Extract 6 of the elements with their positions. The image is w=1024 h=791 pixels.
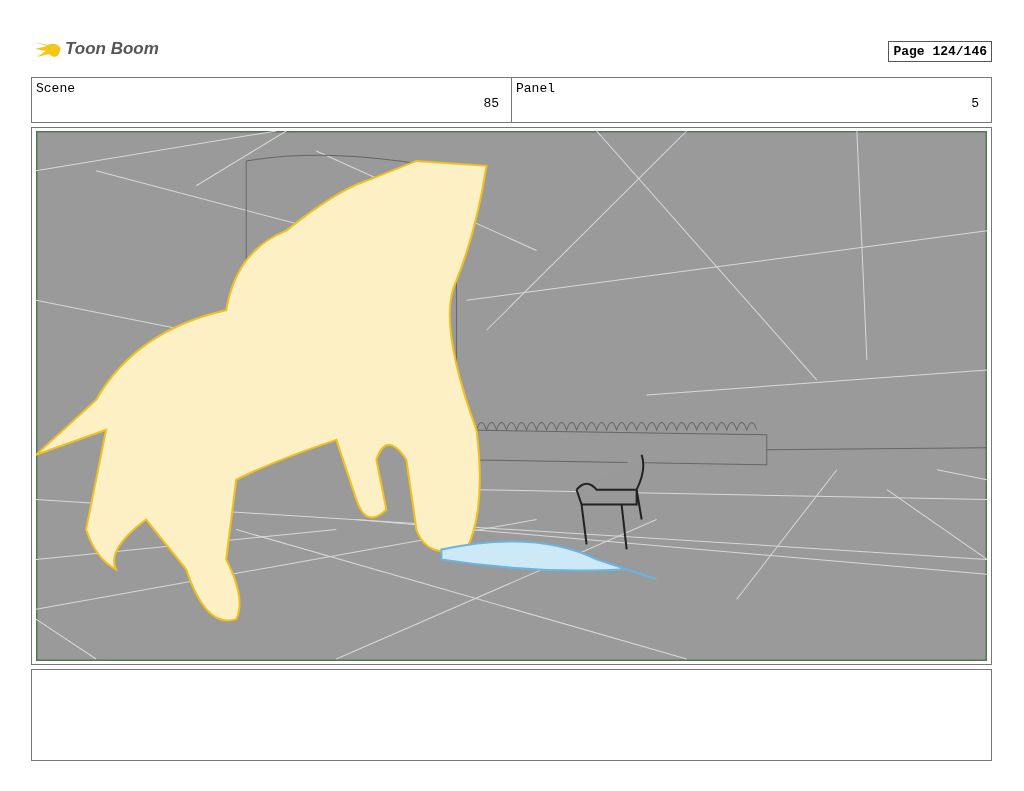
- header-label: Scene: [36, 81, 76, 96]
- header-label: Panel: [516, 81, 556, 96]
- header-value: 5: [971, 96, 979, 111]
- logo-text: Toon Boom: [65, 39, 159, 59]
- page-number: Page 124/146: [888, 41, 992, 62]
- header-value: 85: [483, 96, 499, 111]
